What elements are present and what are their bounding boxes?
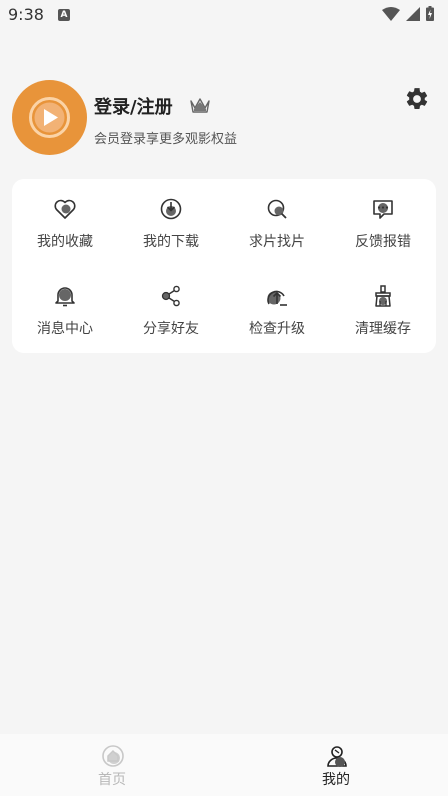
tab-home[interactable]: 首页 [62, 734, 162, 796]
broom-icon [375, 285, 391, 307]
settings-gear-icon[interactable] [404, 86, 430, 112]
tab-mine-label: 我的 [322, 772, 350, 788]
menu-request-movie[interactable]: 求片找片 [224, 179, 330, 250]
menu-label: 检查升级 [249, 321, 305, 337]
menu-card: 我的收藏 我的下载 求片找片 反馈报错 消息中心 分享好友 检查升级 清理缓存 [12, 179, 436, 353]
bottom-nav: 首页 我的 [0, 734, 448, 796]
battery-icon [426, 6, 434, 21]
menu-check-update[interactable]: 检查升级 [224, 266, 330, 337]
menu-label: 反馈报错 [355, 234, 411, 250]
menu-label: 分享好友 [143, 321, 199, 337]
status-time: 9:38 [8, 5, 44, 24]
search-icon [267, 199, 287, 219]
avatar[interactable] [12, 80, 87, 155]
login-register-link[interactable]: 登录/注册 [94, 93, 173, 119]
menu-feedback[interactable]: 反馈报错 [330, 179, 436, 250]
status-bar: 9:38 A [0, 0, 448, 32]
login-subtitle: 会员登录享更多观影权益 [94, 132, 238, 147]
play-icon [29, 97, 70, 138]
download-icon [160, 198, 182, 220]
menu-label: 我的收藏 [37, 234, 93, 250]
menu-label: 清理缓存 [355, 321, 411, 337]
tab-mine[interactable]: 我的 [286, 734, 386, 796]
home-icon [102, 745, 124, 767]
menu-downloads[interactable]: 我的下载 [118, 179, 224, 250]
menu-messages[interactable]: 消息中心 [12, 266, 118, 337]
menu-label: 消息中心 [37, 321, 93, 337]
profile-icon [327, 746, 347, 767]
share-icon [161, 285, 180, 307]
menu-clear-cache[interactable]: 清理缓存 [330, 266, 436, 337]
wifi-icon [382, 6, 400, 21]
notification-icon: A [58, 9, 70, 21]
menu-label: 求片找片 [249, 234, 305, 250]
menu-favorites[interactable]: 我的收藏 [12, 179, 118, 250]
menu-share[interactable]: 分享好友 [118, 266, 224, 337]
menu-label: 我的下载 [143, 234, 199, 250]
bell-icon [55, 287, 75, 307]
heart-icon [54, 199, 76, 219]
vip-crown-icon [190, 98, 210, 113]
feedback-icon [373, 200, 393, 219]
signal-icon [406, 6, 420, 21]
tab-home-label: 首页 [98, 772, 126, 788]
upgrade-icon [267, 290, 287, 306]
